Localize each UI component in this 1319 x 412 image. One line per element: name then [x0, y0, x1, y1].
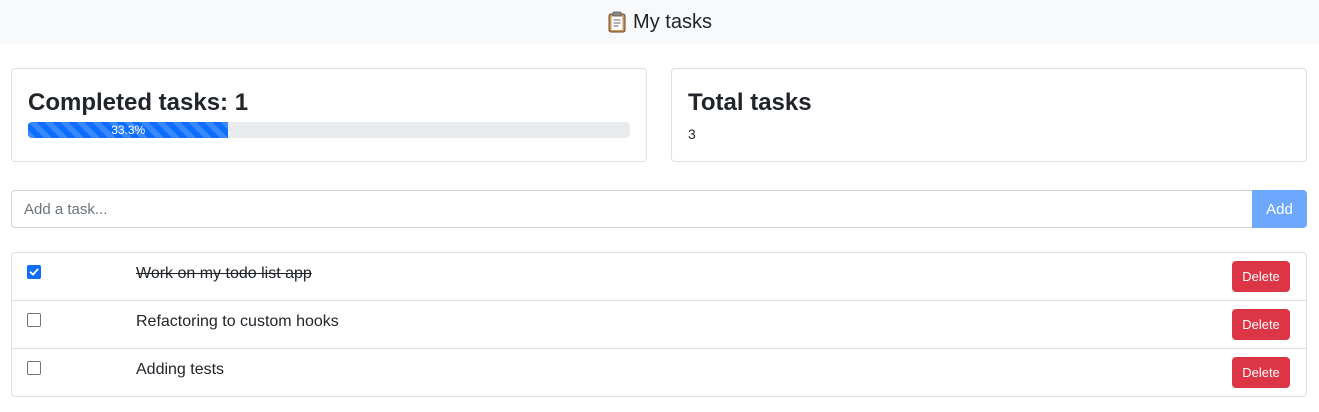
completed-tasks-card: Completed tasks: 1 33.3% — [11, 68, 647, 162]
task-row: Refactoring to custom hooks Delete — [12, 301, 1306, 349]
app-header: My tasks — [0, 0, 1319, 44]
total-tasks-title: Total tasks — [688, 89, 812, 116]
completion-progress-bar: 33.3% — [28, 122, 229, 138]
delete-task-button[interactable]: Delete — [1232, 261, 1290, 292]
task-checkbox[interactable] — [27, 361, 41, 375]
delete-task-button[interactable]: Delete — [1232, 357, 1290, 388]
task-text: Refactoring to custom hooks — [136, 313, 339, 330]
add-task-input[interactable] — [11, 190, 1252, 228]
add-task-button[interactable]: Add — [1252, 190, 1307, 228]
task-text: Work on my todo list app — [136, 265, 312, 282]
header-title-group: My tasks — [607, 11, 712, 34]
task-row: Adding tests Delete — [12, 349, 1306, 397]
page-title: My tasks — [633, 10, 712, 33]
completion-progress-label: 33.3% — [111, 123, 146, 137]
delete-task-button[interactable]: Delete — [1232, 309, 1290, 340]
add-task-form: Add — [11, 190, 1307, 228]
total-tasks-card: Total tasks 3 — [671, 68, 1307, 162]
task-checkbox[interactable] — [27, 313, 41, 327]
task-list: Work on my todo list app Delete Refactor… — [11, 252, 1307, 397]
task-text: Adding tests — [136, 361, 225, 378]
checkmark-icon — [29, 268, 39, 276]
total-tasks-value: 3 — [688, 126, 696, 142]
task-row: Work on my todo list app Delete — [12, 253, 1306, 301]
completed-tasks-title: Completed tasks: 1 — [28, 89, 249, 116]
clipboard-icon — [607, 11, 627, 33]
completion-progress: 33.3% — [28, 122, 630, 138]
task-checkbox[interactable] — [27, 265, 41, 279]
